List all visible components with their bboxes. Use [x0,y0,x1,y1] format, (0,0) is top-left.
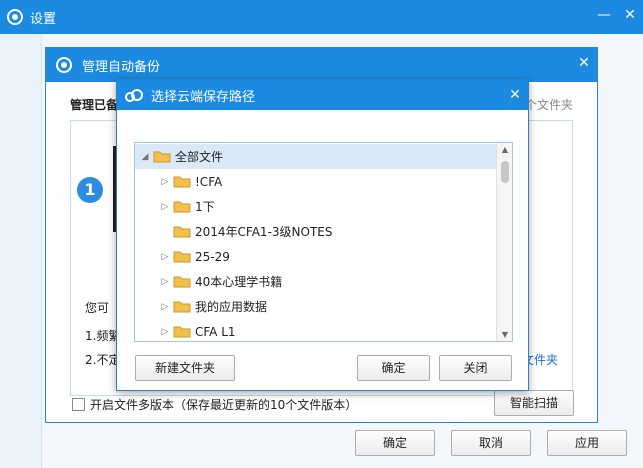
backup-title: 管理自动备份 [82,59,161,75]
collapse-arrow-icon[interactable]: ◢ [139,152,151,162]
tree-item-label: 1下 [195,200,215,214]
chooser-title: 选择云端保存路径 [151,89,256,105]
tree-item-label: !CFA [195,174,223,189]
tree-item-label: CFA L1 [195,324,236,339]
folder-tree[interactable]: ▷ CFA L1 ▷ 我的应用数据 ▷ 40本心理学书籍 ▷ 25-29 2014年CFA1-3… [134,142,513,342]
expand-arrow-icon[interactable]: ▷ [159,327,171,337]
folder-icon [173,300,191,313]
multi-version-label: 开启文件多版本（保存最近更新的10个文件版本） [90,398,358,412]
new-folder-button[interactable]: 新建文件夹 [135,355,235,381]
tree-item[interactable]: ▷ 40本心理学书籍 [135,269,496,294]
open-folder-icon [153,150,171,163]
multi-version-checkbox[interactable] [72,398,85,411]
scroll-down-icon[interactable]: ▼ [497,330,512,339]
chooser-titlebar: 选择云端保存路径 ✕ [117,80,528,110]
step-badge: 1 [77,177,103,203]
expand-arrow-icon[interactable]: ▷ [159,252,171,262]
managed-label: 管理已备 [70,98,119,112]
gear-icon [0,8,30,26]
gear-icon [46,56,82,74]
close-icon[interactable]: ✕ [577,55,591,71]
folder-icon [173,275,191,288]
scroll-thumb[interactable] [501,161,509,183]
settings-sidebar [0,34,42,468]
multi-version-option[interactable]: 开启文件多版本（保存最近更新的10个文件版本） [72,396,357,413]
tree-item[interactable]: ▷ CFA L1 [135,319,496,341]
folder-icon [173,200,191,213]
folder-icon [173,250,191,263]
cloud-icon [117,87,151,103]
tree-scrollbar[interactable]: ▲ ▼ [496,143,512,341]
tree-item[interactable]: ▷ 我的应用数据 [135,294,496,319]
chooser-ok-button[interactable]: 确定 [357,355,430,381]
folder-icon [173,325,191,338]
backup-titlebar: 管理自动备份 ✕ [46,48,597,82]
expand-arrow-icon[interactable]: ▷ [159,202,171,212]
tree-item-label: 我的应用数据 [195,300,268,314]
smart-scan-button[interactable]: 智能扫描 [494,390,574,416]
tree-item[interactable]: 2014年CFA1-3级NOTES [135,219,496,244]
chooser-close-button[interactable]: 关闭 [439,355,512,381]
close-icon[interactable]: ✕ [508,87,522,103]
choose-cloud-path-dialog: 选择云端保存路径 ✕ ▷ CFA L1 ▷ 我的应用数据 ▷ 40本心理学书籍 ▷ 25-29… [116,79,529,391]
tree-item[interactable]: ▷ 1下 [135,194,496,219]
hint-text: 您可 [85,301,110,315]
settings-ok-button[interactable]: 确定 [355,430,435,456]
settings-apply-button[interactable]: 应用 [547,430,627,456]
folder-count-label: 个文件夹 [524,98,573,112]
expand-arrow-icon[interactable]: ▷ [159,177,171,187]
settings-title: 设置 [30,11,57,27]
tree-item[interactable]: ▷ !CFA [135,169,496,194]
close-icon[interactable]: ✕ [623,7,637,23]
minimize-icon[interactable]: — [597,7,611,23]
scroll-up-icon[interactable]: ▲ [497,145,512,154]
folder-icon [173,225,191,238]
tree-item[interactable]: ▷ 25-29 [135,244,496,269]
settings-titlebar: 设置 — ✕ [0,0,643,34]
settings-cancel-button[interactable]: 取消 [451,430,531,456]
tree-item-label: 25-29 [195,249,230,264]
expand-arrow-icon[interactable]: ▷ [159,302,171,312]
folder-icon [173,175,191,188]
expand-arrow-icon[interactable]: ▷ [159,277,171,287]
tree-item-label: 2014年CFA1-3级NOTES [195,225,333,239]
tree-item-label: 全部文件 [175,150,224,164]
tree-item[interactable]: ◢ 全部文件 [135,144,496,169]
tree-item-label: 40本心理学书籍 [195,275,283,289]
